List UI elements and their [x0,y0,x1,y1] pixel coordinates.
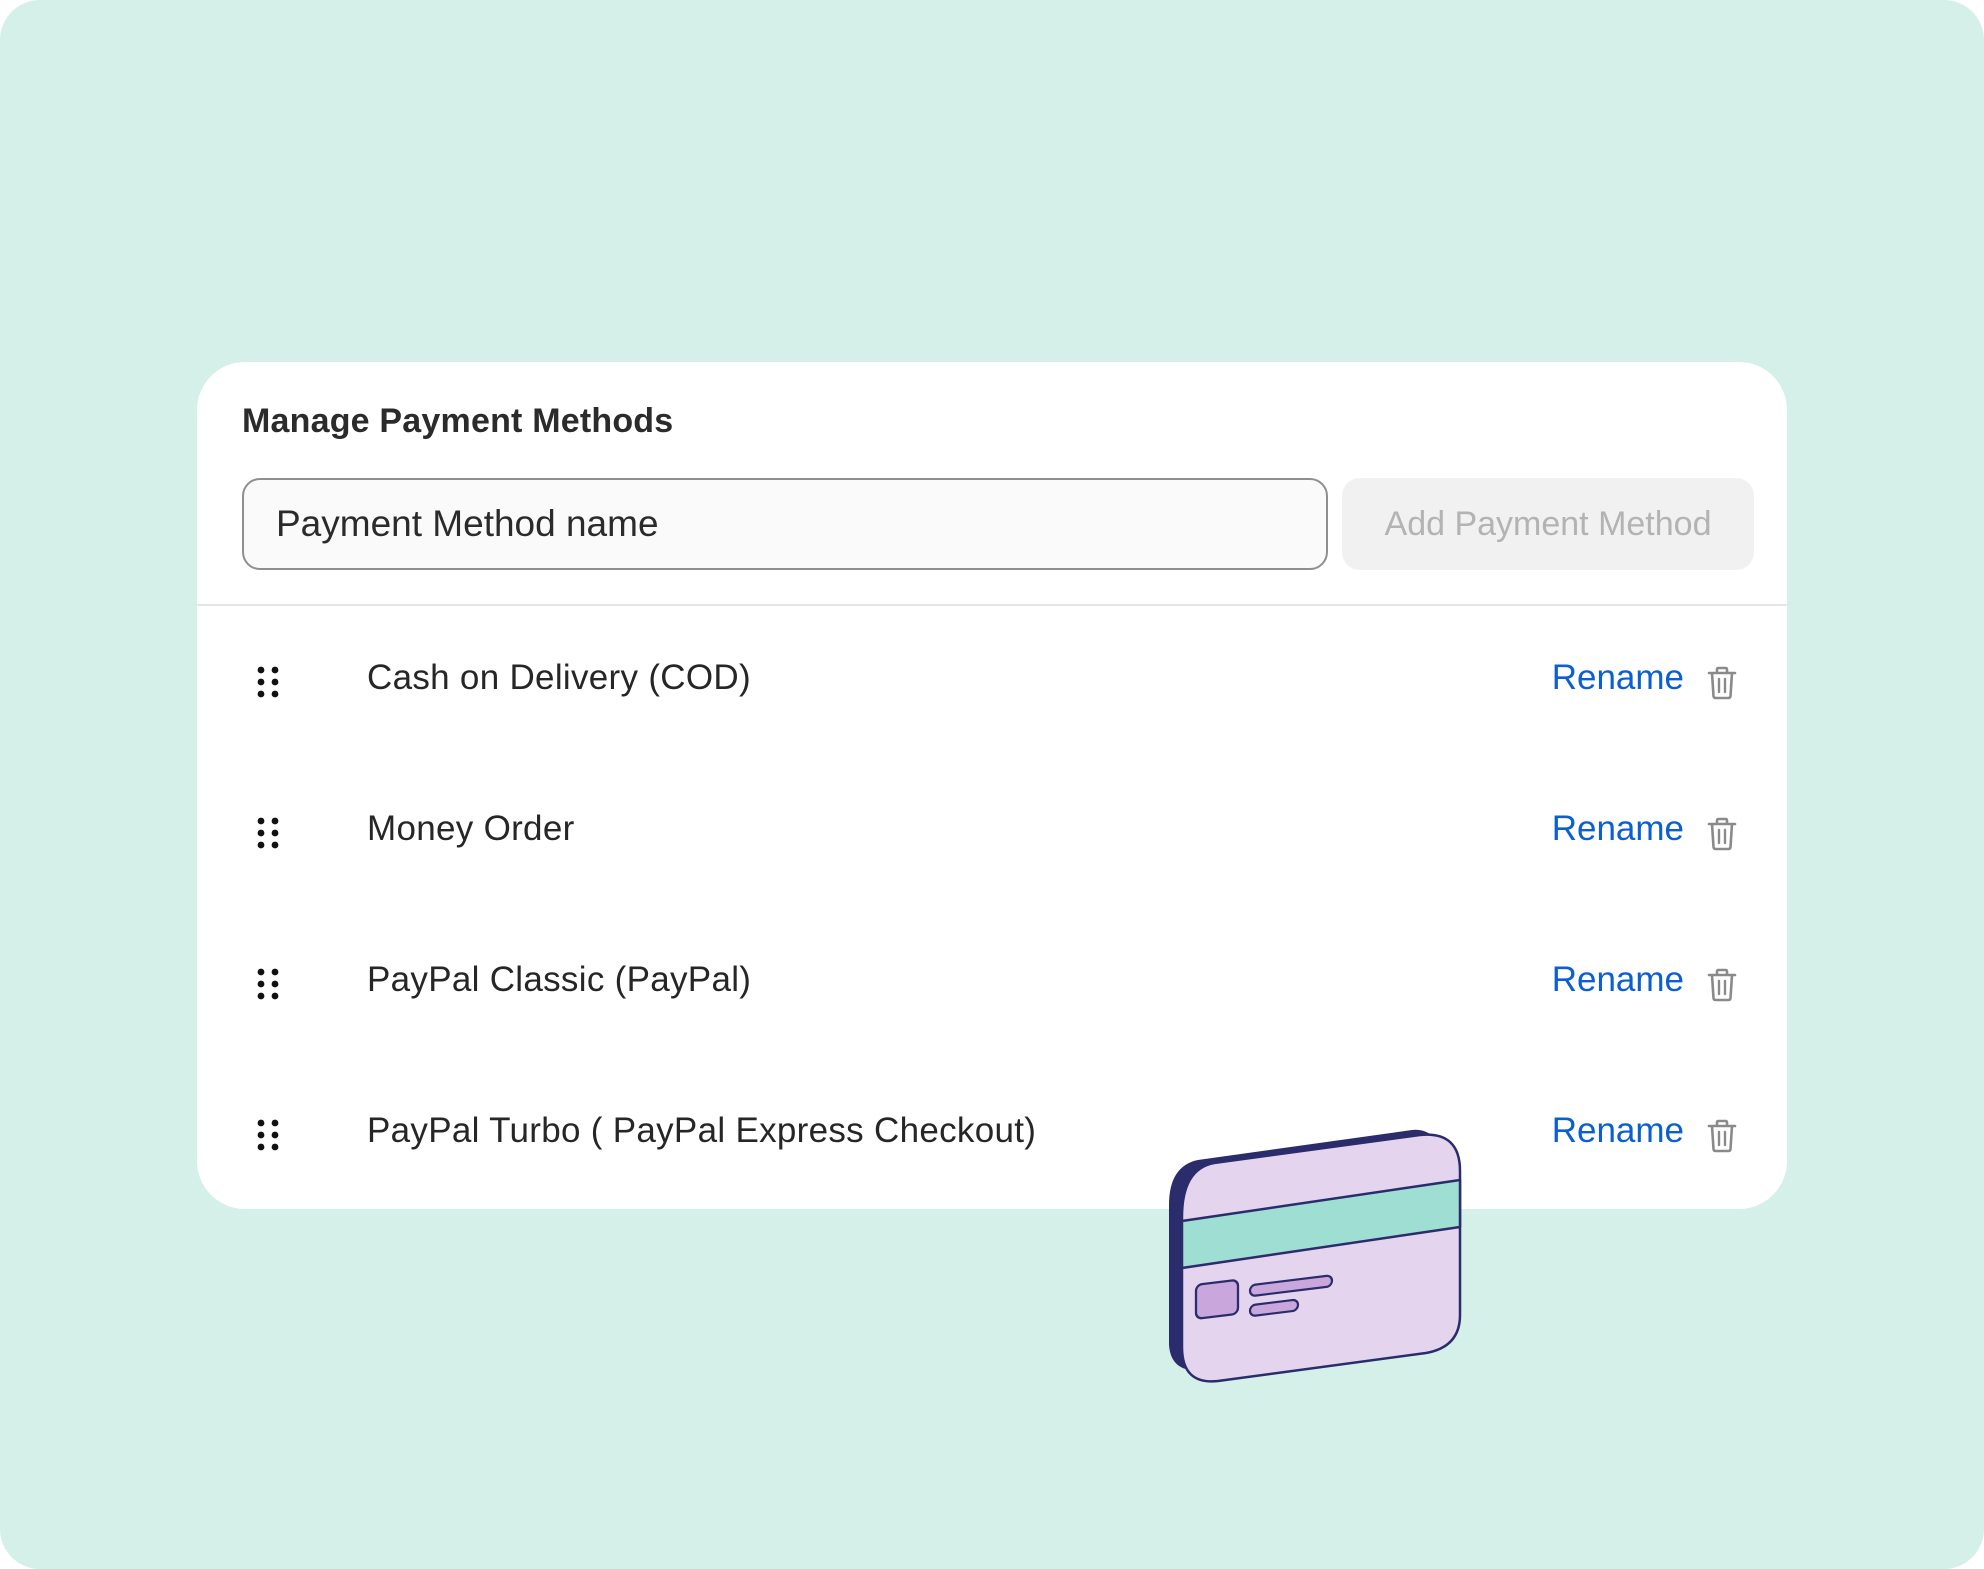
trash-icon[interactable] [1707,1119,1737,1153]
drag-handle-icon[interactable] [257,1119,279,1151]
drag-handle-icon[interactable] [257,666,279,698]
payment-method-label: Cash on Delivery (COD) [367,658,751,697]
trash-icon[interactable] [1707,968,1737,1002]
rename-link[interactable]: Rename [1552,1111,1684,1151]
drag-handle-icon[interactable] [257,968,279,1000]
rename-link[interactable]: Rename [1552,809,1684,849]
rename-link[interactable]: Rename [1552,658,1684,698]
payment-method-row: Cash on Delivery (COD) Rename [197,606,1787,757]
panel-title: Manage Payment Methods [242,402,674,440]
rename-link[interactable]: Rename [1552,960,1684,1000]
add-payment-method-button[interactable]: Add Payment Method [1342,478,1754,570]
payment-method-row: PayPal Classic (PayPal) Rename [197,908,1787,1059]
payment-method-list: Cash on Delivery (COD) Rename Money Orde… [197,606,1787,1210]
trash-icon[interactable] [1707,666,1737,700]
payment-method-row: Money Order Rename [197,757,1787,908]
manage-payment-methods-panel: Manage Payment Methods Add Payment Metho… [197,362,1787,1209]
trash-icon[interactable] [1707,817,1737,851]
payment-method-label: PayPal Classic (PayPal) [367,960,752,999]
payment-method-label: Money Order [367,809,575,848]
payment-method-name-input[interactable] [242,478,1328,570]
credit-card-icon [1169,1129,1462,1383]
drag-handle-icon[interactable] [257,817,279,849]
payment-method-label: PayPal Turbo ( PayPal Express Checkout) [367,1111,1037,1150]
payment-method-row: PayPal Turbo ( PayPal Express Checkout) … [197,1059,1787,1210]
